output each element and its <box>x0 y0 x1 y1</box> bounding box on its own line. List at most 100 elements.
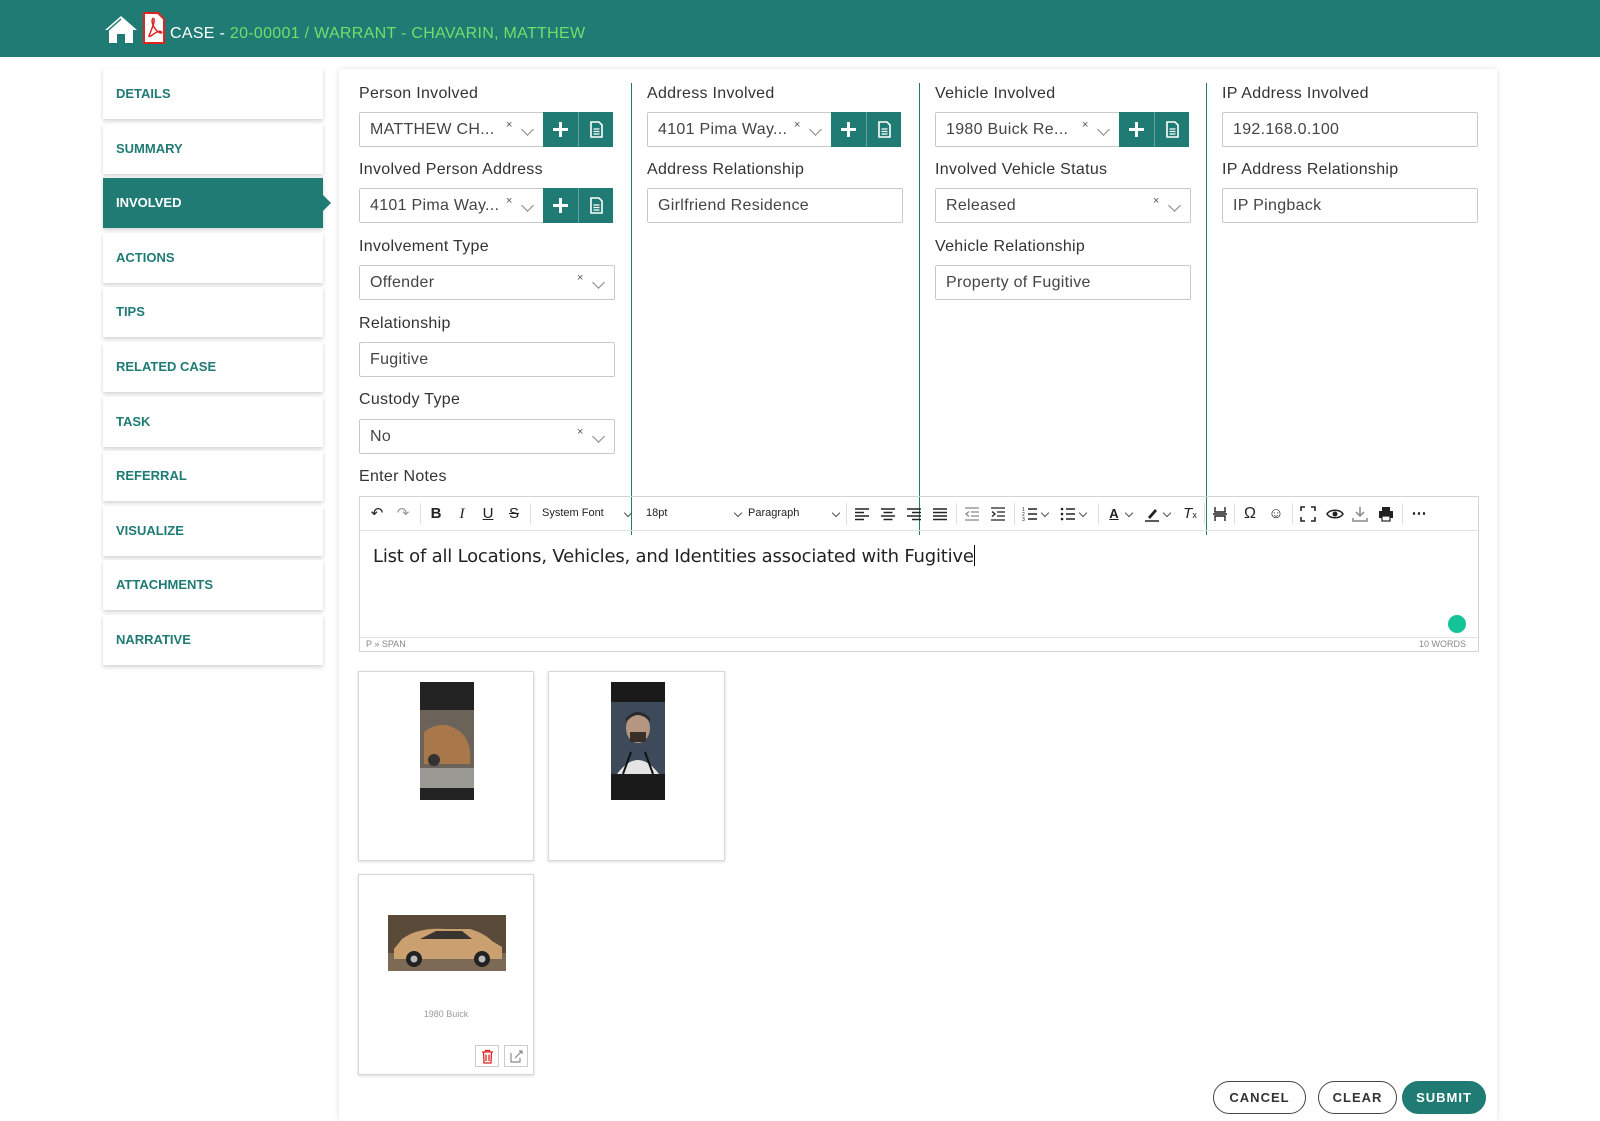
address-relationship-input[interactable]: Girlfriend Residence <box>647 188 903 223</box>
clear-selection-icon[interactable]: × <box>794 120 801 131</box>
plus-icon <box>841 122 856 137</box>
address-involved-select[interactable]: 4101 Pima Way... × <box>647 112 833 147</box>
attachment-card[interactable]: 1980 Buick <box>358 874 534 1075</box>
person-involved-select[interactable]: MATTHEW CH... × <box>359 112 545 147</box>
ip-relationship-input[interactable]: IP Pingback <box>1222 188 1478 223</box>
page-break-icon[interactable] <box>1212 505 1228 523</box>
font-family-dropdown[interactable]: System Font <box>542 507 633 519</box>
undo-icon[interactable]: ↶ <box>368 505 386 523</box>
text-color-icon[interactable]: A <box>1106 505 1122 523</box>
chevron-down-icon[interactable] <box>1097 123 1110 136</box>
attachment-card[interactable] <box>358 671 534 861</box>
add-person-address-button[interactable] <box>543 188 578 223</box>
home-icon[interactable] <box>103 14 139 44</box>
sidebar-item-visualize[interactable]: VISUALIZE <box>103 505 323 556</box>
sidebar-item-narrative[interactable]: NARRATIVE <box>103 614 323 665</box>
bulleted-list-options[interactable] <box>1078 507 1088 519</box>
cancel-button[interactable]: CANCEL <box>1213 1081 1306 1114</box>
view-person-address-button[interactable] <box>578 188 613 223</box>
view-person-button[interactable] <box>578 112 613 147</box>
clear-selection-icon[interactable]: × <box>577 273 584 284</box>
notes-content[interactable]: List of all Locations, Vehicles, and Ide… <box>373 545 975 567</box>
add-address-button[interactable] <box>831 112 866 147</box>
strikethrough-icon[interactable]: S <box>506 505 522 523</box>
chevron-down-icon[interactable] <box>521 123 534 136</box>
special-character-icon[interactable]: Ω <box>1242 505 1258 523</box>
chevron-down-icon[interactable] <box>1168 199 1181 212</box>
font-size-dropdown[interactable]: 18pt <box>646 507 742 519</box>
column-divider <box>919 83 920 535</box>
ip-address-input[interactable]: 192.168.0.100 <box>1222 112 1478 147</box>
vehicle-involved-select[interactable]: 1980 Buick Re... × <box>935 112 1121 147</box>
text-color-options[interactable] <box>1124 507 1134 519</box>
highlight-color-options[interactable] <box>1162 507 1172 519</box>
involvement-type-select[interactable]: Offender × <box>359 265 615 300</box>
vehicle-relationship-input[interactable]: Property of Fugitive <box>935 265 1191 300</box>
align-left-icon[interactable] <box>854 505 870 523</box>
chevron-down-icon[interactable] <box>592 430 605 443</box>
outdent-icon[interactable] <box>964 505 980 523</box>
numbered-list-options[interactable] <box>1040 507 1050 519</box>
sidebar-item-involved[interactable]: INVOLVED <box>103 178 331 229</box>
align-right-icon[interactable] <box>906 505 922 523</box>
clear-selection-icon[interactable]: × <box>506 196 513 207</box>
clear-selection-icon[interactable]: × <box>1153 196 1160 207</box>
submit-button[interactable]: SUBMIT <box>1402 1081 1486 1114</box>
bulleted-list-icon[interactable] <box>1060 505 1076 523</box>
sidebar-item-details[interactable]: DETAILS <box>103 69 323 119</box>
case-reference[interactable]: 20-00001 / WARRANT - CHAVARIN, MATTHEW <box>230 25 585 42</box>
notes-rich-text-editor[interactable]: ↶ ↷ B I U S System Font 18pt Paragraph 1… <box>359 496 1479 652</box>
underline-icon[interactable]: U <box>480 505 496 523</box>
bold-icon[interactable]: B <box>428 505 444 523</box>
add-person-button[interactable] <box>543 112 578 147</box>
fullscreen-icon[interactable] <box>1300 505 1316 523</box>
chevron-down-icon[interactable] <box>592 276 605 289</box>
save-download-icon[interactable] <box>1352 505 1368 523</box>
indent-icon[interactable] <box>990 505 1006 523</box>
sidebar-item-related-case[interactable]: RELATED CASE <box>103 341 323 392</box>
more-options-icon[interactable]: ⋯ <box>1410 505 1428 523</box>
sidebar-item-actions[interactable]: ACTIONS <box>103 232 323 283</box>
sidebar-item-summary[interactable]: SUMMARY <box>103 123 323 174</box>
emoticon-icon[interactable]: ☺ <box>1268 505 1284 523</box>
vehicle-status-select[interactable]: Released × <box>935 188 1191 223</box>
clear-selection-icon[interactable]: × <box>577 427 584 438</box>
grammarly-icon[interactable] <box>1448 615 1466 633</box>
edit-attachment-button[interactable] <box>504 1045 528 1067</box>
pdf-icon[interactable] <box>142 12 166 44</box>
italic-icon[interactable]: I <box>454 505 470 523</box>
sidebar-item-referral[interactable]: REFERRAL <box>103 451 323 502</box>
font-family-value: System Font <box>542 507 604 519</box>
preview-eye-icon[interactable] <box>1326 505 1344 523</box>
redo-icon[interactable]: ↷ <box>394 505 412 523</box>
block-format-dropdown[interactable]: Paragraph <box>748 507 841 519</box>
view-vehicle-button[interactable] <box>1154 112 1189 147</box>
numbered-list-icon[interactable]: 123 <box>1022 505 1038 523</box>
sidebar-item-task[interactable]: TASK <box>103 396 323 447</box>
sidebar-item-tips[interactable]: TIPS <box>103 287 323 338</box>
align-center-icon[interactable] <box>880 505 896 523</box>
document-icon <box>590 121 603 138</box>
attachment-card[interactable] <box>548 671 725 861</box>
highlight-color-icon[interactable] <box>1144 505 1160 523</box>
vehicle-relationship-label: Vehicle Relationship <box>935 238 1086 255</box>
print-icon[interactable] <box>1378 505 1394 523</box>
notes-label: Enter Notes <box>359 468 447 485</box>
plus-icon <box>1129 122 1144 137</box>
align-justify-icon[interactable] <box>932 505 948 523</box>
clear-button[interactable]: CLEAR <box>1318 1081 1397 1114</box>
add-vehicle-button[interactable] <box>1119 112 1154 147</box>
custody-type-value: No <box>370 428 392 445</box>
clear-selection-icon[interactable]: × <box>1082 120 1089 131</box>
view-address-button[interactable] <box>866 112 901 147</box>
sidebar-item-attachments[interactable]: ATTACHMENTS <box>103 560 323 611</box>
clear-formatting-icon[interactable]: Tx <box>1182 505 1198 523</box>
person-address-select[interactable]: 4101 Pima Way... × <box>359 188 545 223</box>
chevron-down-icon[interactable] <box>809 123 822 136</box>
custody-type-select[interactable]: No × <box>359 419 615 454</box>
delete-attachment-button[interactable] <box>475 1045 499 1067</box>
address-involved-label: Address Involved <box>647 85 775 102</box>
relationship-input[interactable]: Fugitive <box>359 342 615 377</box>
chevron-down-icon[interactable] <box>521 199 534 212</box>
clear-selection-icon[interactable]: × <box>506 120 513 131</box>
